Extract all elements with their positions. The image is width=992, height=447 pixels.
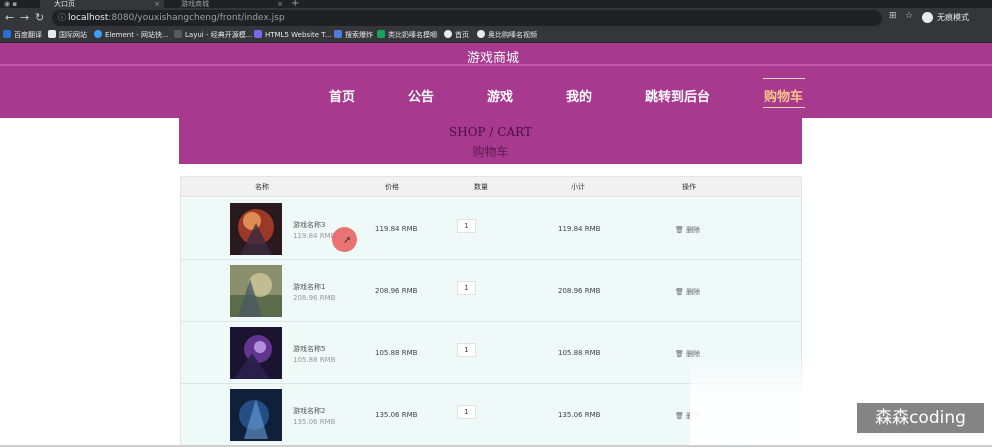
bookmark-item[interactable]: 搜索爆炸 — [334, 30, 373, 41]
table-row: 游戏名称1 208.96 RMB 208.96 RMB 1 208.96 RMB… — [181, 260, 801, 322]
header-quantity: 数量 — [474, 183, 488, 191]
header-price: 价格 — [385, 183, 399, 191]
nav-home[interactable]: 首页 — [329, 86, 355, 105]
subtotal-cell: 135.06 RMB — [558, 411, 601, 419]
price-cell: 208.96 RMB — [375, 287, 418, 295]
bookmark-item[interactable]: Element - 网站快... — [94, 30, 169, 41]
site-header: 游戏商城 首页 公告 游戏 我的 跳转到后台 购物车 — [0, 43, 992, 118]
nav-mine[interactable]: 我的 — [566, 86, 592, 105]
game-thumbnail[interactable] — [230, 327, 282, 379]
nav-announcements[interactable]: 公告 — [408, 86, 434, 105]
quantity-input[interactable]: 1 — [457, 405, 476, 419]
watermark: 森森coding — [857, 403, 984, 433]
address-bar[interactable]: ⓘ localhost:8080/youxishangcheng/front/i… — [52, 10, 882, 26]
banner-chinese-title: 购物车 — [472, 145, 509, 159]
translate-icon[interactable]: ⊞ — [889, 11, 897, 21]
price-cell: 105.88 RMB — [375, 349, 418, 357]
subtotal-cell: 119.84 RMB — [558, 225, 601, 233]
delete-button[interactable]: 🗑 删除 — [675, 225, 700, 235]
quantity-input[interactable]: 1 — [457, 219, 476, 233]
nav-games[interactable]: 游戏 — [487, 86, 513, 105]
trash-icon: 🗑 — [675, 350, 684, 358]
back-icon[interactable]: ← — [5, 11, 14, 25]
product-unit-price: 135.06 RMB — [293, 418, 336, 426]
incognito-label[interactable]: 无痕模式 — [937, 12, 969, 23]
reload-icon[interactable]: ↻ — [35, 11, 44, 25]
incognito-icon[interactable] — [922, 12, 933, 23]
bookmark-favicon-icon — [48, 30, 56, 38]
game-thumbnail[interactable] — [230, 389, 282, 441]
browser-tab-active[interactable]: 大口页 × — [40, 0, 164, 8]
product-unit-price: 119.84 RMB — [293, 232, 336, 240]
product-name: 游戏名称1 — [293, 283, 326, 291]
table-row: 游戏名称3 119.84 RMB 119.84 RMB 1 119.84 RMB… — [181, 198, 801, 260]
trash-icon: 🗑 — [675, 288, 684, 296]
url-host: localhost — [68, 13, 109, 23]
browser-tab[interactable]: 游戏商城 × — [167, 0, 287, 8]
info-icon[interactable]: ⓘ — [58, 10, 66, 26]
trash-icon: 🗑 — [675, 412, 684, 420]
bookmark-favicon-icon — [94, 30, 102, 38]
tab-close-icon[interactable]: × — [277, 0, 283, 8]
nav-cart[interactable]: 购物车 — [764, 86, 803, 105]
product-unit-price: 105.88 RMB — [293, 356, 336, 364]
game-thumbnail[interactable] — [230, 203, 282, 255]
bookmark-item[interactable]: 百度翻译 — [3, 30, 42, 41]
fade-overlay — [690, 355, 992, 447]
tab-label: 游戏商城 — [181, 0, 209, 8]
delete-button[interactable]: 🗑 删除 — [675, 287, 700, 297]
bookmark-favicon-icon — [377, 30, 385, 38]
subtotal-cell: 105.88 RMB — [558, 349, 601, 357]
table-header: 名称 价格 数量 小计 操作 — [181, 177, 801, 197]
quantity-input[interactable]: 1 — [457, 281, 476, 295]
header-subtotal: 小计 — [571, 183, 585, 191]
bookmark-favicon-icon — [334, 30, 342, 38]
banner-english-title: SHOP / CART — [449, 125, 532, 139]
active-nav-top-line — [763, 78, 805, 79]
price-cell: 135.06 RMB — [375, 411, 418, 419]
product-name: 游戏名称5 — [293, 345, 326, 353]
bookmark-favicon-icon — [477, 30, 485, 38]
product-name: 游戏名称2 — [293, 407, 326, 415]
tab-label: 大口页 — [54, 0, 75, 8]
price-cell: 119.84 RMB — [375, 225, 418, 233]
cart-banner: SHOP / CART 购物车 — [179, 118, 802, 164]
browser-toolbar: ← → ↻ ⓘ localhost:8080/youxishangcheng/f… — [0, 8, 992, 28]
product-unit-price: 208.96 RMB — [293, 294, 336, 302]
bookmark-star-icon[interactable]: ☆ — [905, 11, 913, 21]
bookmarks-bar: 百度翻译 国际网站 Element - 网站快... Layui - 经典开源模… — [0, 28, 992, 43]
bookmark-item[interactable]: 国际网站 — [48, 30, 87, 41]
url-path: :8080/youxishangcheng/front/index.jsp — [108, 13, 285, 23]
browser-menu-icon[interactable]: ◉ ▪ — [4, 0, 17, 8]
bookmark-favicon-icon — [444, 30, 452, 38]
browser-tab-strip: ◉ ▪ 大口页 × 游戏商城 × + — [0, 0, 992, 9]
bookmark-favicon-icon — [254, 30, 262, 38]
quantity-input[interactable]: 1 — [457, 343, 476, 357]
product-name: 游戏名称3 — [293, 221, 326, 229]
header-name: 名称 — [255, 183, 269, 191]
bookmark-favicon-icon — [174, 30, 182, 38]
nav-admin[interactable]: 跳转到后台 — [645, 86, 710, 105]
header-action: 操作 — [682, 183, 696, 191]
mouse-pointer-icon: ➚ — [343, 235, 352, 246]
header-divider — [0, 64, 992, 66]
game-thumbnail[interactable] — [230, 265, 282, 317]
bookmark-favicon-icon — [3, 30, 11, 38]
bookmark-item[interactable]: HTML5 Website T... — [254, 30, 331, 41]
bookmark-item[interactable]: Layui - 经典开源模... — [174, 30, 252, 41]
subtotal-cell: 208.96 RMB — [558, 287, 601, 295]
bookmark-item[interactable]: 类比奶嗪名模唧 — [377, 30, 437, 41]
bookmark-item[interactable]: 首页 — [444, 30, 469, 41]
forward-icon[interactable]: → — [20, 11, 29, 25]
bookmark-item[interactable]: 奥比购嗪名视频 — [477, 30, 537, 41]
active-nav-bottom-line — [763, 107, 805, 108]
trash-icon: 🗑 — [675, 226, 684, 234]
tab-close-icon[interactable]: × — [154, 0, 160, 8]
